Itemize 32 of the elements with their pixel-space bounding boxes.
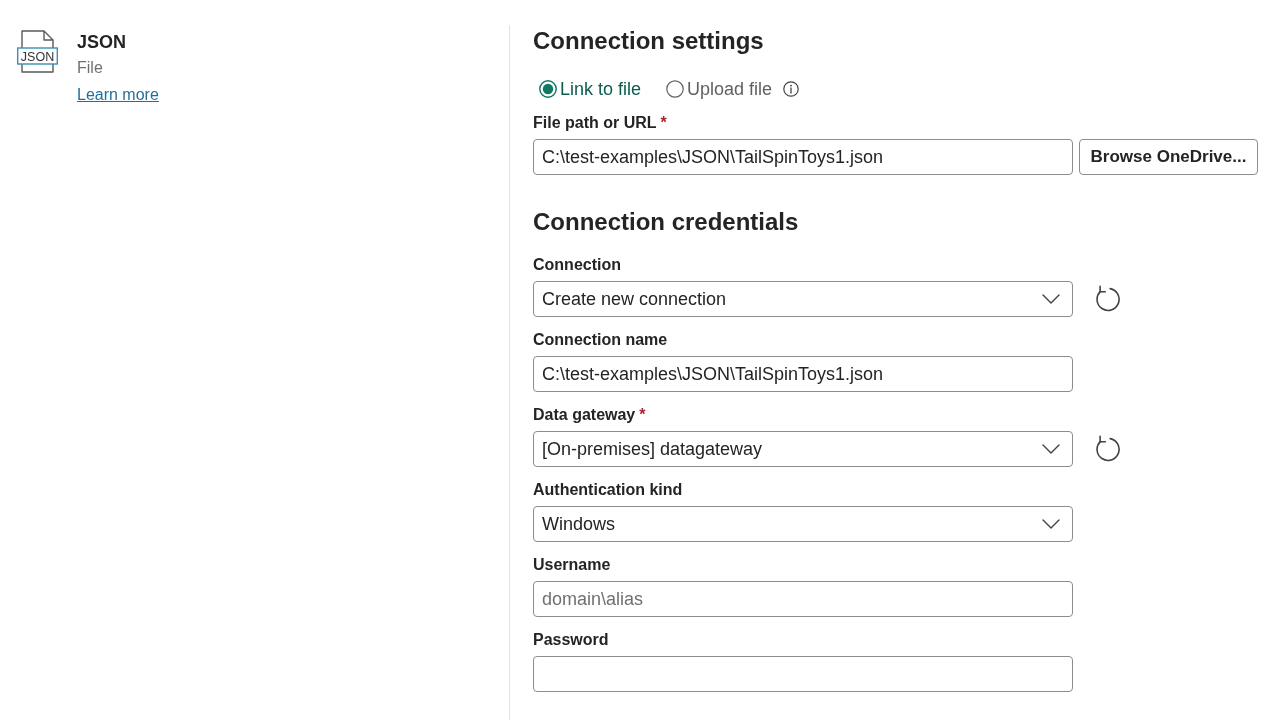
- browse-button[interactable]: Browse OneDrive...: [1079, 139, 1258, 175]
- learn-more-link[interactable]: Learn more: [77, 84, 159, 106]
- radio-option[interactable]: Link to file: [539, 77, 642, 101]
- field-label: Username: [533, 555, 611, 575]
- radio-icon[interactable]: [666, 80, 685, 98]
- chevron-down-icon: [1042, 294, 1060, 304]
- text-field[interactable]: C:\test-examples\JSON\TailSpinToys1.json: [533, 356, 1073, 392]
- password-field[interactable]: [533, 656, 1073, 692]
- radio-icon[interactable]: [539, 80, 557, 98]
- field-label: Data gateway: [533, 405, 636, 425]
- info-icon[interactable]: [783, 81, 800, 97]
- refresh-icon[interactable]: [1093, 435, 1121, 463]
- field-label: Password: [533, 630, 609, 650]
- field-label: File path or URL: [533, 113, 657, 133]
- section-heading: Connection credentials: [533, 207, 800, 237]
- field-label: Authentication kind: [533, 480, 683, 500]
- field-label: Connection: [533, 255, 621, 275]
- radio-option[interactable]: Upload file: [666, 77, 800, 101]
- source-title: JSON: [77, 31, 127, 54]
- text-field[interactable]: C:\test-examples\JSON\TailSpinToys1.json: [533, 139, 1073, 175]
- chevron-down-icon: [1042, 519, 1060, 529]
- chevron-down-icon: [1042, 444, 1060, 454]
- dropdown[interactable]: [On-premises] datagateway: [533, 431, 1073, 467]
- required-mark: *: [639, 405, 646, 425]
- dropdown[interactable]: Create new connection: [533, 281, 1073, 317]
- dropdown[interactable]: Windows: [533, 506, 1073, 542]
- section-heading: Connection settings: [533, 26, 765, 56]
- text-field[interactable]: domain\alias: [533, 581, 1073, 617]
- source-type: File: [77, 58, 103, 78]
- refresh-icon[interactable]: [1093, 285, 1121, 313]
- required-mark: *: [660, 113, 667, 133]
- field-label: Connection name: [533, 330, 668, 350]
